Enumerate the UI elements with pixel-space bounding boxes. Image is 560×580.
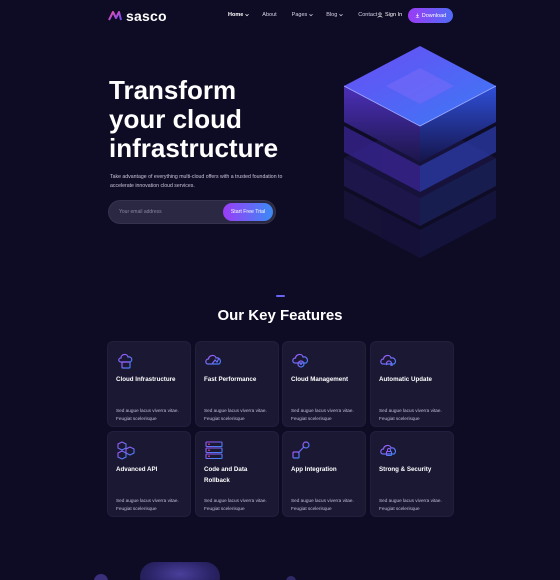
feature-title: Code and Data Rollback xyxy=(204,466,248,484)
nav-contact-label: Contact xyxy=(358,12,378,18)
features-title: Our Key Features xyxy=(217,307,343,324)
feature-description: Sed augue lacus viverra vitae. Feugiat s… xyxy=(291,498,354,512)
sign-in-link[interactable]: Sign In xyxy=(377,12,402,18)
hexagon-network-icon xyxy=(117,441,135,460)
feature-description: Sed augue lacus viverra vitae. Feugiat s… xyxy=(291,408,354,422)
cloud-stack-illustration xyxy=(343,46,497,258)
hero-title-line: Transform xyxy=(109,75,237,105)
nav-about[interactable]: About xyxy=(262,12,276,18)
nav-blog-label: Blog xyxy=(326,12,338,18)
feature-description: Sed augue lacus viverra vitae. Feugiat s… xyxy=(116,498,179,512)
chevron-down-icon xyxy=(309,13,314,17)
top-nav: sasco Home About Pages Blog Contact Sign… xyxy=(0,0,560,32)
nav-about-label: About xyxy=(262,12,277,18)
cloud-server-icon xyxy=(118,353,133,369)
feature-title: Strong & Security xyxy=(379,466,432,473)
email-field[interactable] xyxy=(119,207,219,217)
feature-card: Cloud Management Sed augue lacus viverra… xyxy=(283,342,365,426)
feature-card: Code and Data Rollback Sed augue lacus v… xyxy=(196,432,278,516)
download-button[interactable]: Download xyxy=(408,8,453,23)
node-connect-icon xyxy=(292,441,310,459)
nav-pages-label: Pages xyxy=(291,12,308,18)
feature-description: Sed augue lacus viverra vitae. Feugiat s… xyxy=(204,408,267,422)
cloud-speed-icon xyxy=(205,354,222,365)
download-label: Download xyxy=(421,12,447,19)
feature-card: Fast Performance Sed augue lacus viverra… xyxy=(196,342,278,426)
nav-home[interactable]: Home xyxy=(228,12,250,18)
chevron-down-icon xyxy=(245,13,250,17)
brand-name: sasco xyxy=(126,8,167,24)
feature-title: Automatic Update xyxy=(379,376,432,383)
feature-description: Sed augue lacus viverra vitae. Feugiat s… xyxy=(379,408,442,422)
decorative-orb xyxy=(94,574,108,580)
feature-description: Sed augue lacus viverra vitae. Feugiat s… xyxy=(379,498,442,512)
feature-card: Advanced API Sed augue lacus viverra vit… xyxy=(108,432,190,516)
download-icon xyxy=(415,13,419,18)
server-stack-icon xyxy=(205,441,223,460)
logo[interactable]: sasco xyxy=(108,8,167,24)
nav-blog[interactable]: Blog xyxy=(326,12,344,18)
hero-title-line: infrastructure xyxy=(109,133,279,163)
section-accent-line xyxy=(276,295,285,297)
nav-links: Home About Pages Blog Contact xyxy=(228,12,377,18)
decorative-planet xyxy=(140,562,220,580)
email-signup-form: Start Free Trial xyxy=(109,201,275,223)
feature-title: Cloud Management xyxy=(291,376,349,383)
feature-card: Cloud Infrastructure Sed augue lacus viv… xyxy=(108,342,190,426)
feature-title: Cloud Infrastructure xyxy=(116,376,176,383)
feature-title: Advanced API xyxy=(116,466,158,473)
feature-card: Strong & Security Sed augue lacus viverr… xyxy=(371,432,453,516)
cloud-lock-icon xyxy=(380,444,397,457)
nav-home-label: Home xyxy=(228,12,244,18)
start-free-trial-button[interactable]: Start Free Trial xyxy=(223,203,273,221)
nav-pages[interactable]: Pages xyxy=(292,12,314,18)
user-icon xyxy=(377,12,383,18)
logo-icon xyxy=(108,11,122,21)
hero-subtitle: Take advantage of everything multi-cloud… xyxy=(110,174,283,189)
cloud-gear-icon xyxy=(292,353,309,368)
cloud-refresh-icon xyxy=(380,354,397,367)
chevron-down-icon xyxy=(339,13,344,17)
feature-card: App Integration Sed augue lacus viverra … xyxy=(283,432,365,516)
feature-description: Sed augue lacus viverra vitae. Feugiat s… xyxy=(116,408,179,422)
decorative-orb xyxy=(286,576,296,580)
hero-title-line: your cloud xyxy=(109,104,242,134)
feature-title: Fast Performance xyxy=(204,376,257,383)
feature-card: Automatic Update Sed augue lacus viverra… xyxy=(371,342,453,426)
hero-title: Transform your cloud infrastructure xyxy=(109,76,309,163)
sign-in-label: Sign In xyxy=(385,12,403,18)
feature-title: App Integration xyxy=(291,466,337,473)
nav-contact[interactable]: Contact xyxy=(358,12,377,18)
feature-description: Sed augue lacus viverra vitae. Feugiat s… xyxy=(204,498,267,512)
